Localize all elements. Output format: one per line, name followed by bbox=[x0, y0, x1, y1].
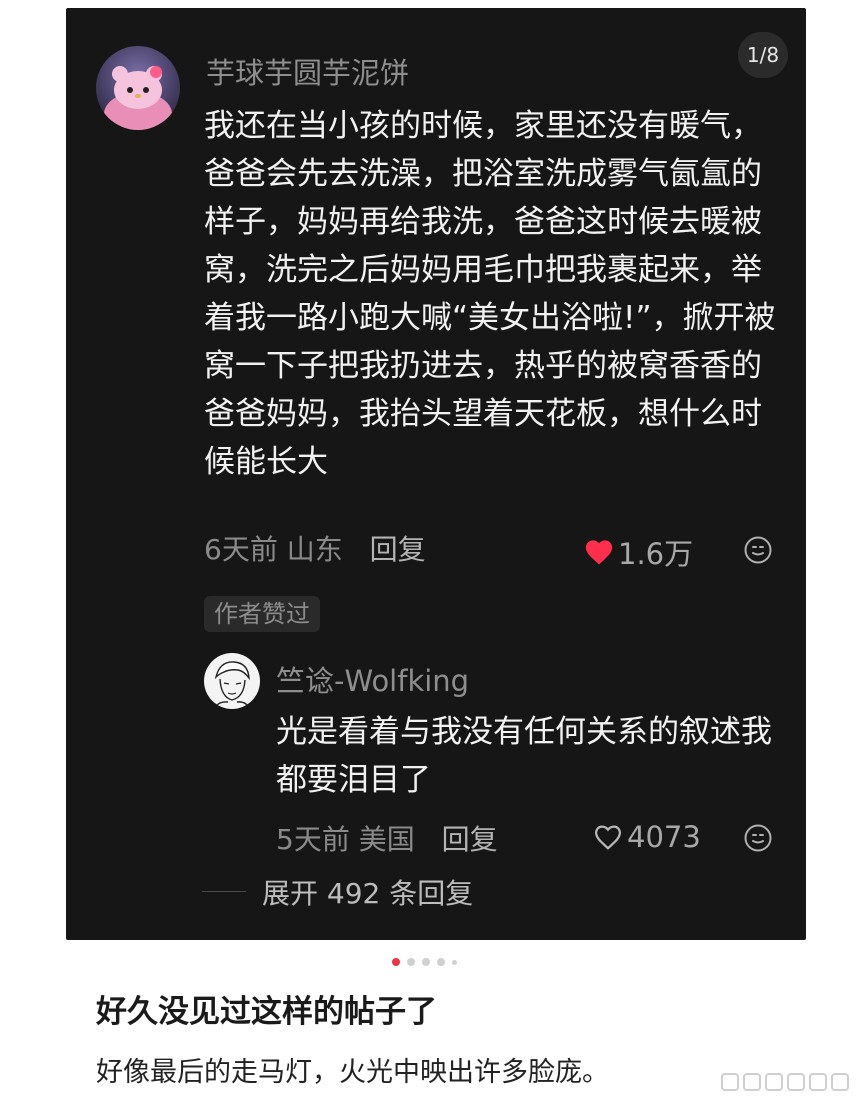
sketch-portrait-avatar-icon bbox=[204, 653, 260, 709]
carousel-dot-5[interactable] bbox=[452, 959, 457, 965]
hello-kitty-avatar-icon bbox=[96, 46, 180, 130]
reply-time: 5天前 bbox=[276, 823, 350, 856]
replier-username[interactable]: 竺谂-Wolfking bbox=[276, 658, 469, 700]
carousel-dot-2[interactable] bbox=[407, 958, 415, 966]
comment-text: 我还在当小孩的时候，家里还没有暖气，爸爸会先去洗澡，把浴室洗成雾气氤氲的样子，妈… bbox=[204, 108, 776, 480]
reply-meta: 5天前 美国 回复 bbox=[276, 818, 498, 858]
post-body: 好像最后的走马灯，火光中映出许多脸庞。 bbox=[96, 1057, 609, 1088]
carousel-indicator[interactable] bbox=[392, 958, 457, 966]
comment-location: 山东 bbox=[286, 533, 343, 566]
comment-like-button[interactable]: 1.6万 bbox=[584, 531, 693, 573]
heart-outline-icon bbox=[594, 825, 622, 850]
carousel-dot-4[interactable] bbox=[437, 958, 445, 966]
reply-location: 美国 bbox=[358, 823, 415, 856]
commenter-username[interactable]: 芋球芋圆芋泥饼 bbox=[206, 50, 409, 92]
image-page-counter: 1/8 bbox=[738, 32, 788, 78]
comment-time: 6天前 bbox=[204, 533, 278, 566]
expand-divider bbox=[202, 891, 246, 892]
smiley-icon bbox=[744, 536, 772, 564]
commenter-avatar[interactable] bbox=[96, 46, 180, 130]
comment-emoji-button[interactable] bbox=[743, 535, 773, 565]
smiley-icon bbox=[744, 824, 772, 852]
heart-filled-icon bbox=[585, 540, 613, 565]
replier-avatar[interactable] bbox=[204, 653, 260, 709]
watermark-logo-icon bbox=[721, 1073, 849, 1091]
carousel-dot-1[interactable] bbox=[392, 958, 400, 966]
comment-meta: 6天前 山东 回复 bbox=[204, 528, 426, 568]
screenshot-card[interactable]: 1/8 芋球芋圆芋泥饼 我还在当小孩的时候，家里还没有暖气，爸爸会先去洗澡，把浴… bbox=[66, 8, 806, 940]
reply-like-count: 4073 bbox=[627, 820, 701, 854]
reply-text: 光是看着与我没有任何关系的叙述我都要泪目了 bbox=[276, 714, 772, 798]
reply-like-button[interactable]: 4073 bbox=[593, 820, 701, 854]
reply-reply-button[interactable]: 回复 bbox=[442, 823, 498, 856]
comment-reply-button[interactable]: 回复 bbox=[370, 533, 426, 566]
comment-like-count: 1.6万 bbox=[618, 537, 694, 571]
post-title: 好久没见过这样的帖子了 bbox=[96, 994, 437, 1030]
author-liked-badge: 作者赞过 bbox=[204, 596, 320, 632]
carousel-dot-3[interactable] bbox=[422, 958, 430, 966]
expand-replies-button[interactable]: 展开 492 条回复 bbox=[262, 872, 473, 912]
reply-emoji-button[interactable] bbox=[743, 823, 773, 853]
